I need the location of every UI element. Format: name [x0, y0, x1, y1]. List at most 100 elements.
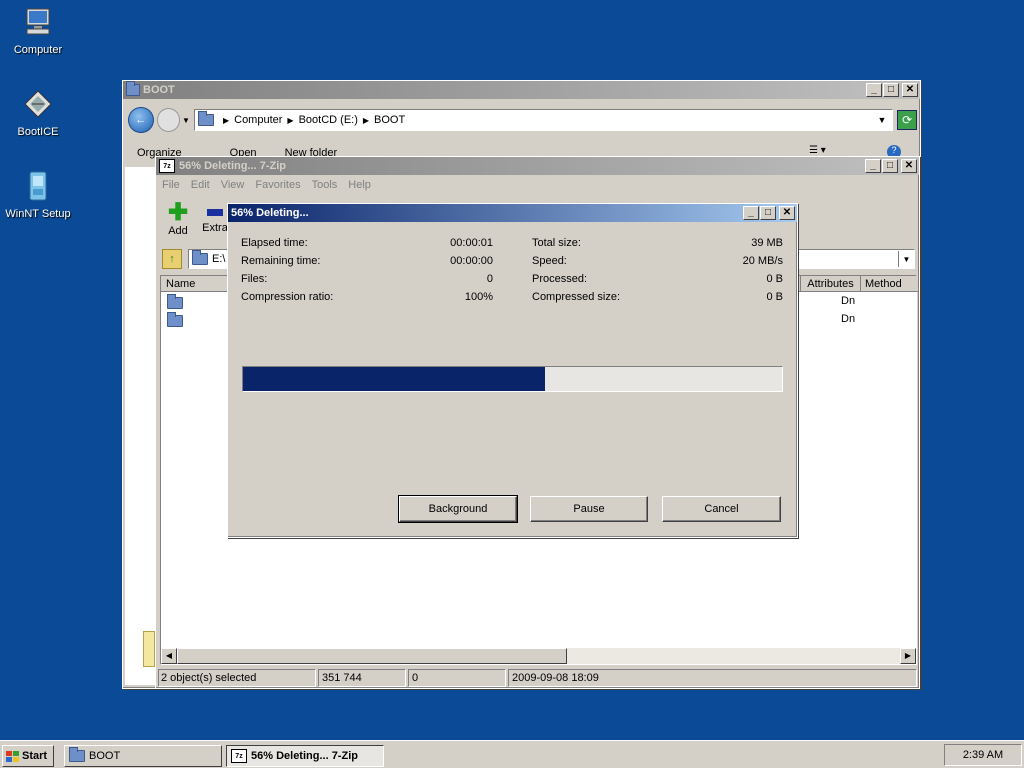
pause-button[interactable]: Pause [530, 496, 648, 522]
minimize-button[interactable]: _ [866, 83, 882, 97]
refresh-button[interactable]: ⟳ [897, 110, 917, 130]
close-button[interactable]: ✕ [901, 159, 917, 173]
up-folder-button[interactable]: ↑ [162, 249, 182, 269]
chevron-icon: ▶ [287, 115, 294, 125]
sevenzip-titlebar[interactable]: 7z 56% Deleting... 7-Zip _ □ ✕ [156, 157, 919, 175]
chevron-icon: ▶ [362, 115, 370, 125]
stat-row: Speed: 20 MB/s [532, 255, 783, 273]
computer-icon [21, 6, 55, 40]
task-button-boot[interactable]: BOOT [64, 745, 222, 767]
status-selected: 2 object(s) selected [158, 669, 316, 687]
status-packed-text: 0 [412, 672, 419, 684]
cancel-label: Cancel [704, 503, 739, 515]
close-button[interactable]: ✕ [779, 206, 795, 220]
maximize-button[interactable]: □ [882, 159, 898, 173]
row-attributes: Dn [841, 313, 856, 325]
row-attributes: Dn [841, 295, 856, 307]
add-button[interactable]: ✚ Add [164, 199, 192, 238]
path-dropdown-icon[interactable]: ▼ [898, 251, 914, 267]
progress-fill [243, 367, 545, 391]
sevenzip-icon: 7z [159, 159, 175, 173]
path-text: E:\ [212, 253, 226, 265]
folder-icon [197, 111, 214, 126]
minimize-button[interactable]: _ [865, 159, 881, 173]
folder-icon [143, 631, 155, 667]
stat-row: Compression ratio: 100% [241, 291, 493, 309]
desktop-icon-label: Computer [13, 44, 63, 56]
stat-value: 00:00:01 [450, 237, 493, 249]
breadcrumb-computer[interactable]: Computer [234, 114, 282, 126]
desktop-icon-bootice[interactable]: BootICE [0, 88, 78, 138]
stat-row: Compressed size: 0 B [532, 291, 783, 309]
menu-view[interactable]: View [221, 179, 245, 191]
pause-label: Pause [573, 503, 605, 515]
status-modified: 2009-09-08 18:09 [508, 669, 917, 687]
scroll-left-button[interactable]: ◀ [161, 648, 177, 664]
progress-titlebar[interactable]: 56% Deleting... _ □ ✕ [228, 204, 797, 222]
folder-icon [69, 747, 85, 762]
breadcrumb-bootcd[interactable]: BootCD (E:) [299, 114, 358, 126]
address-bar[interactable]: ▶ Computer ▶ BootCD (E:) ▶ BOOT ▼ [193, 109, 894, 131]
arrow-left-icon: ← [135, 114, 147, 126]
bootice-icon [21, 88, 55, 122]
breadcrumb-boot[interactable]: BOOT [374, 114, 405, 126]
view-options-icon[interactable]: ☰ ▾ [809, 145, 826, 156]
column-name-label: Name [166, 278, 196, 290]
clock[interactable]: 2:39 AM [963, 749, 1003, 761]
forward-button[interactable] [156, 108, 181, 132]
menu-bar: File Edit View Favorites Tools Help [162, 179, 371, 191]
start-button[interactable]: Start [2, 745, 54, 767]
add-label: Add [168, 225, 188, 237]
up-arrow-icon: ↑ [169, 253, 175, 265]
column-header-attributes[interactable]: Attributes [801, 276, 861, 292]
menu-favorites[interactable]: Favorites [255, 179, 300, 191]
status-packed: 0 [408, 669, 506, 687]
stat-value: 0 B [766, 273, 783, 285]
status-size: 351 744 [318, 669, 406, 687]
cancel-button[interactable]: Cancel [662, 496, 781, 522]
back-button[interactable]: ← [128, 107, 154, 133]
extract-button[interactable]: Extra [200, 201, 230, 234]
stat-value: 0 B [766, 291, 783, 303]
stat-label: Total size: [532, 237, 581, 249]
stat-label: Compression ratio: [241, 291, 334, 303]
task-button-7zip[interactable]: 7z 56% Deleting... 7-Zip [226, 745, 384, 767]
desktop-icon-label: WinNT Setup [5, 208, 71, 220]
menu-file[interactable]: File [162, 179, 180, 191]
status-size-text: 351 744 [322, 672, 362, 684]
menu-help[interactable]: Help [348, 179, 371, 191]
start-label: Start [22, 750, 48, 762]
stats-right: Total size: 39 MB Speed: 20 MB/s Processed… [532, 237, 783, 309]
desktop-icon-winnt-setup[interactable]: WinNT Setup [0, 170, 78, 220]
maximize-button[interactable]: □ [883, 83, 899, 97]
explorer-titlebar[interactable]: BOOT _ □ ✕ [123, 81, 920, 99]
stat-value: 20 MB/s [742, 255, 783, 267]
horizontal-scrollbar[interactable]: ◀ ▶ [161, 648, 916, 664]
address-dropdown-icon[interactable]: ▼ [877, 115, 886, 125]
status-selected-text: 2 object(s) selected [161, 672, 257, 684]
scroll-right-button[interactable]: ▶ [900, 648, 916, 664]
status-modified-text: 2009-09-08 18:09 [512, 672, 599, 684]
column-method-label: Method [865, 278, 902, 290]
history-dropdown-icon[interactable]: ▼ [182, 116, 190, 125]
column-attributes-label: Attributes [807, 278, 854, 290]
folder-icon [192, 250, 208, 265]
scroll-thumb[interactable] [177, 648, 567, 664]
menu-tools[interactable]: Tools [312, 179, 338, 191]
stat-label: Files: [241, 273, 268, 285]
column-header-method[interactable]: Method [861, 276, 918, 292]
menu-edit[interactable]: Edit [191, 179, 210, 191]
system-tray: 2:39 AM [944, 744, 1022, 766]
background-button[interactable]: Background [398, 495, 518, 523]
desktop-icon-computer[interactable]: Computer [0, 6, 78, 56]
plus-icon: ✚ [167, 199, 189, 226]
winnt-setup-icon [21, 170, 55, 204]
task-label: 56% Deleting... 7-Zip [251, 750, 358, 762]
background-label: Background [428, 503, 488, 515]
stat-value: 00:00:00 [450, 255, 493, 267]
close-button[interactable]: ✕ [902, 83, 918, 97]
maximize-button[interactable]: □ [760, 206, 776, 220]
minimize-button[interactable]: _ [743, 206, 759, 220]
folder-icon [126, 81, 140, 96]
dialog-title: 56% Deleting... [231, 207, 309, 219]
